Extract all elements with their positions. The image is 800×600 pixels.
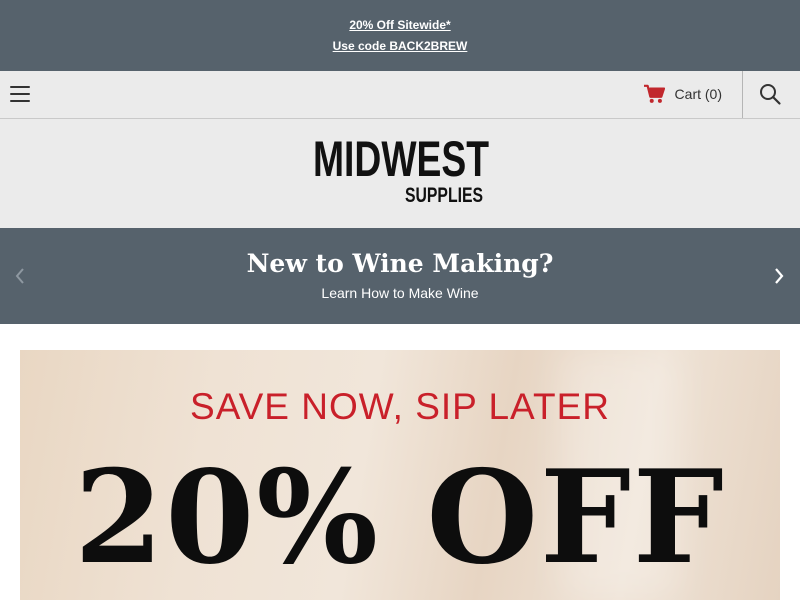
promo-sitewide-link[interactable]: 20% Off Sitewide* — [349, 18, 450, 32]
promo-code-link[interactable]: Use code BACK2BREW — [333, 39, 468, 53]
slide-title[interactable]: New to Wine Making? — [0, 249, 800, 278]
cart-label: Cart (0) — [674, 86, 722, 102]
cart-button[interactable]: Cart (0) — [643, 84, 722, 104]
midwest-supplies-logo[interactable]: MIDWEST SUPPLIES — [311, 130, 491, 206]
hero-banner[interactable]: SAVE NOW, SIP LATER 20% OFF — [20, 350, 780, 600]
chevron-right-icon[interactable] — [771, 266, 787, 286]
search-icon[interactable] — [758, 82, 782, 106]
nav-divider — [742, 71, 743, 118]
svg-text:MIDWEST: MIDWEST — [313, 131, 489, 187]
shopping-cart-icon — [643, 84, 665, 103]
logo-area: MIDWEST SUPPLIES — [0, 119, 800, 228]
promo-slider: New to Wine Making? Learn How to Make Wi… — [0, 228, 800, 324]
promo-banner: 20% Off Sitewide* Use code BACK2BREW — [0, 0, 800, 71]
nav-bar: Cart (0) — [0, 71, 800, 119]
hero-tagline: SAVE NOW, SIP LATER — [190, 386, 610, 427]
hero-offer: 20% OFF — [74, 443, 726, 593]
slide-subtitle[interactable]: Learn How to Make Wine — [0, 285, 800, 301]
svg-text:SUPPLIES: SUPPLIES — [405, 184, 483, 206]
hamburger-icon[interactable] — [10, 84, 30, 104]
